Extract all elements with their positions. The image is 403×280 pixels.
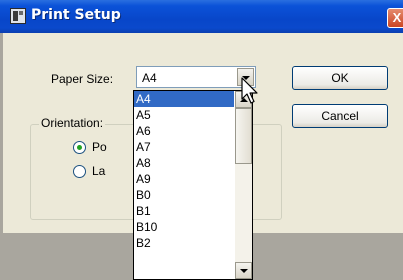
paper-size-select[interactable]: A4 [136,66,256,88]
scroll-down-icon [240,269,248,273]
portrait-radio[interactable] [73,141,86,154]
printer-icon [10,8,26,24]
orientation-label: Orientation: [39,116,106,130]
mouse-cursor-icon [241,77,258,104]
landscape-label[interactable]: La [92,164,105,178]
option-a7[interactable]: A7 [134,139,234,155]
title-bar[interactable]: Print Setup X [0,0,403,33]
scroll-down-button[interactable] [235,262,252,279]
option-b10[interactable]: B10 [134,219,234,235]
landscape-radio[interactable] [73,165,86,178]
option-a9[interactable]: A9 [134,171,234,187]
option-a8[interactable]: A8 [134,155,234,171]
scroll-thumb[interactable] [235,108,252,164]
print-setup-dialog: Print Setup X Paper Size: A4 Orientation… [0,0,403,280]
option-b2[interactable]: B2 [134,235,234,251]
ok-button[interactable]: OK [292,66,388,90]
dropdown-scrollbar[interactable] [235,91,252,279]
option-a4[interactable]: A4 [134,91,234,107]
paper-size-value: A4 [142,71,157,85]
portrait-label[interactable]: Po [92,140,107,154]
option-a5[interactable]: A5 [134,107,234,123]
options-list: A4 A5 A6 A7 A8 A9 B0 B1 B10 B2 [134,91,234,251]
close-button[interactable]: X [387,8,403,28]
paper-size-dropdown-list[interactable]: A4 A5 A6 A7 A8 A9 B0 B1 B10 B2 [133,90,253,280]
option-b0[interactable]: B0 [134,187,234,203]
option-b1[interactable]: B1 [134,203,234,219]
cancel-button[interactable]: Cancel [292,104,388,128]
option-a6[interactable]: A6 [134,123,234,139]
paper-size-label: Paper Size: [51,72,114,86]
dialog-title: Print Setup [31,7,121,23]
